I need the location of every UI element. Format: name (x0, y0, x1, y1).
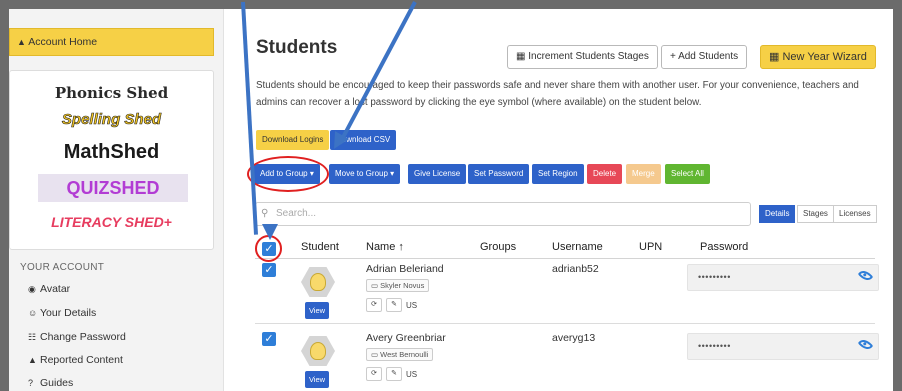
class-badge: ▭ Skyler Novus (366, 279, 430, 292)
class-name: West Bernoulli (380, 350, 429, 359)
calendar-icon: ▦ (516, 51, 529, 62)
add-to-group-highlight-circle (247, 156, 329, 192)
student-name: Avery Greenbriar (366, 332, 446, 344)
shed-logos-panel: Phonics Shed Spelling Shed MathShed QUIZ… (9, 70, 214, 250)
avatar-face-icon (310, 273, 326, 291)
add-students-button[interactable]: + Add Students (661, 45, 748, 69)
sidebar-item-your-details[interactable]: ☺ Your Details (28, 307, 96, 319)
monitor-icon: ▭ (371, 350, 381, 359)
tab-licenses[interactable]: Licenses (833, 205, 877, 223)
delete-button[interactable]: Delete (587, 164, 623, 184)
column-header-username: Username (552, 241, 603, 253)
sidebar-item-avatar[interactable]: ◉ Avatar (28, 283, 70, 295)
student-username: averyg13 (552, 332, 596, 344)
select-all-button[interactable]: Select All (665, 164, 710, 184)
phonics-shed-logo[interactable]: Phonics Shed (10, 84, 213, 102)
column-header-student: Student (301, 241, 339, 253)
password-field: ••••••••• (687, 264, 879, 291)
column-header-password: Password (700, 241, 749, 253)
account-home-label: Account Home (28, 36, 98, 48)
tab-details[interactable]: Details (759, 205, 796, 223)
page-title: Students (256, 37, 338, 58)
set-password-button[interactable]: Set Password (468, 164, 530, 184)
pencil-icon: ✎ (391, 301, 397, 308)
password-field: ••••••••• (687, 333, 879, 360)
region-code: US (406, 301, 418, 310)
search-input[interactable]: ⚲ Search... (255, 202, 751, 226)
person-circle-icon: ◉ (28, 284, 36, 294)
class-badge: ▭ West Bernoulli (366, 348, 434, 361)
sidebar-item-label: Avatar (40, 283, 71, 295)
row-checkbox[interactable]: ✓ (262, 263, 276, 277)
monitor-icon: ▭ (371, 281, 381, 290)
increment-stages-button[interactable]: ▦ Increment Students Stages (507, 45, 658, 69)
eye-icon[interactable] (857, 336, 874, 353)
warning-icon: ▲ (28, 355, 37, 365)
question-icon: ? (28, 378, 34, 388)
sidebar-item-change-password[interactable]: ☷ Change Password (28, 331, 126, 343)
tab-stages[interactable]: Stages (797, 205, 834, 223)
reset-stage-button[interactable]: ⟳ (366, 367, 382, 381)
move-to-group-label: Move to Group (335, 169, 388, 178)
sidebar-item-reported-content[interactable]: ▲ Reported Content (28, 354, 123, 366)
view-student-button[interactable]: View (305, 371, 329, 388)
new-year-wizard-label: New Year Wizard (782, 51, 867, 63)
sidebar-item-guides[interactable]: ? Guides (28, 377, 73, 389)
new-year-wizard-button[interactable]: ▦ New Year Wizard (760, 45, 876, 69)
password-notice: Students should be encouraged to keep th… (256, 80, 859, 108)
search-placeholder: Search... (276, 208, 317, 219)
account-home-button[interactable]: ▲ Account Home (9, 28, 214, 56)
region-code: US (406, 370, 418, 379)
key-person-icon: ☷ (28, 332, 37, 342)
search-icon: ⚲ (261, 208, 269, 219)
pencil-icon: ✎ (391, 370, 397, 377)
refresh-icon: ⟳ (371, 370, 377, 377)
sidebar-item-label: Change Password (40, 331, 126, 343)
edit-student-button[interactable]: ✎ (386, 367, 402, 381)
home-icon: ▲ (17, 37, 26, 47)
sidebar-item-label: Guides (40, 377, 74, 389)
set-region-button[interactable]: Set Region (532, 164, 584, 184)
view-student-button[interactable]: View (305, 302, 329, 319)
eye-icon[interactable] (857, 267, 874, 284)
student-name: Adrian Beleriand (366, 263, 444, 275)
refresh-icon: ⟳ (371, 301, 377, 308)
row-checkbox[interactable]: ✓ (262, 332, 276, 346)
your-account-heading: YOUR ACCOUNT (20, 262, 105, 273)
main-content: Students ▦ Increment Students Stages + A… (225, 9, 893, 391)
download-logins-button[interactable]: Download Logins (256, 130, 330, 150)
sidebar-item-label: Reported Content (40, 354, 123, 366)
merge-button[interactable]: Merge (626, 164, 661, 184)
math-shed-logo[interactable]: MathShed (10, 141, 213, 164)
column-header-groups: Groups (480, 241, 517, 253)
give-license-button[interactable]: Give License (408, 164, 467, 184)
quiz-shed-logo[interactable]: QUIZSHED (38, 174, 188, 202)
person-icon: ☺ (28, 308, 38, 318)
column-header-name[interactable]: Name ↑ (366, 241, 404, 253)
spelling-shed-logo[interactable]: Spelling Shed (10, 111, 213, 129)
caret-down-icon: ▾ (390, 169, 395, 178)
header-divider (255, 258, 875, 259)
increment-stages-label: Increment Students Stages (528, 51, 649, 62)
edit-student-button[interactable]: ✎ (386, 298, 402, 312)
column-header-upn: UPN (639, 241, 663, 253)
password-mask: ••••••••• (698, 272, 731, 282)
move-to-group-button[interactable]: Move to Group ▾ (329, 164, 401, 184)
row-divider (255, 323, 875, 324)
arrow-head-checkbox (262, 224, 278, 240)
student-username: adrianb52 (552, 263, 599, 275)
class-name: Skyler Novus (380, 281, 425, 290)
literacy-shed-logo[interactable]: LITERACY SHED+ (10, 214, 213, 230)
password-mask: ••••••••• (698, 341, 731, 351)
reset-stage-button[interactable]: ⟳ (366, 298, 382, 312)
sidebar-item-label: Your Details (40, 307, 97, 319)
calendar-icon: ▦ (769, 51, 783, 63)
avatar-face-icon (310, 342, 326, 360)
